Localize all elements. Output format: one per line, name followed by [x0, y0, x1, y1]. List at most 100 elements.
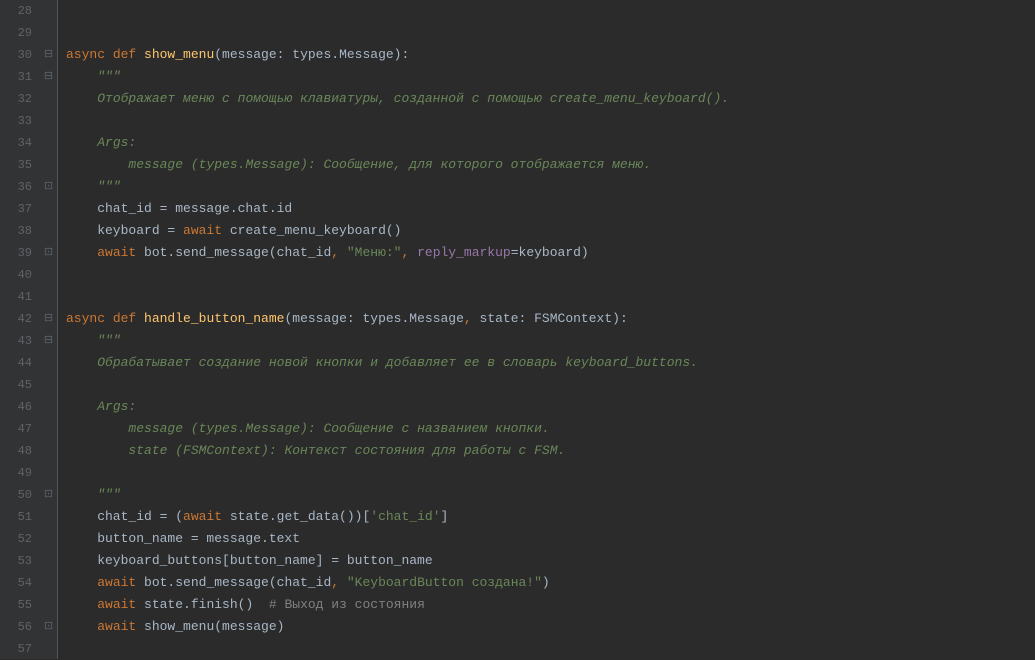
code-token: state.get_data())[	[230, 509, 370, 524]
code-token: )	[542, 575, 550, 590]
code-token: keyboard =	[66, 223, 183, 238]
code-token	[66, 597, 97, 612]
code-line[interactable]	[66, 22, 1035, 44]
line-number: 33	[0, 110, 32, 132]
line-number: 50	[0, 484, 32, 506]
code-editor[interactable]: async def show_menu(message: types.Messa…	[58, 0, 1035, 659]
code-token: Обрабатывает создание новой кнопки и доб…	[97, 355, 698, 370]
line-number: 43	[0, 330, 32, 352]
code-token: state (FSMContext): Контекст состояния д…	[128, 443, 565, 458]
code-line[interactable]	[66, 638, 1035, 660]
fold-spacer	[40, 264, 57, 286]
line-number: 29	[0, 22, 32, 44]
code-token: handle_button_name	[144, 311, 284, 326]
code-line[interactable]: keyboard = await create_menu_keyboard()	[66, 220, 1035, 242]
code-line[interactable]: message (types.Message): Сообщение, для …	[66, 154, 1035, 176]
code-line[interactable]	[66, 110, 1035, 132]
code-line[interactable]	[66, 0, 1035, 22]
line-number: 45	[0, 374, 32, 396]
fold-spacer	[40, 572, 57, 594]
code-token: message (types.Message): Сообщение с наз…	[128, 421, 549, 436]
fold-spacer	[40, 286, 57, 308]
code-token: button_name = message.text	[66, 531, 300, 546]
code-line[interactable]: """	[66, 66, 1035, 88]
fold-toggle-icon[interactable]	[40, 176, 57, 198]
code-line[interactable]: await bot.send_message(chat_id, "Меню:",…	[66, 242, 1035, 264]
code-token	[66, 421, 128, 436]
code-line[interactable]: message (types.Message): Сообщение с наз…	[66, 418, 1035, 440]
fold-gutter[interactable]	[40, 0, 58, 659]
code-token: chat_id = message.chat.id	[66, 201, 292, 216]
fold-toggle-icon[interactable]	[40, 330, 57, 352]
code-token: def	[113, 47, 144, 62]
line-number: 35	[0, 154, 32, 176]
line-number: 28	[0, 0, 32, 22]
code-line[interactable]: async def show_menu(message: types.Messa…	[66, 44, 1035, 66]
code-token: (message: types.Message):	[214, 47, 409, 62]
line-number: 46	[0, 396, 32, 418]
code-line[interactable]	[66, 286, 1035, 308]
line-number: 41	[0, 286, 32, 308]
code-token: await	[97, 245, 144, 260]
fold-toggle-icon[interactable]	[40, 44, 57, 66]
code-token: await	[97, 619, 144, 634]
code-token: chat_id = (	[66, 509, 183, 524]
code-line[interactable]	[66, 264, 1035, 286]
code-token: await	[97, 597, 144, 612]
code-line[interactable]: Args:	[66, 396, 1035, 418]
code-line[interactable]: chat_id = message.chat.id	[66, 198, 1035, 220]
line-number: 48	[0, 440, 32, 462]
code-line[interactable]: """	[66, 176, 1035, 198]
code-token: ,	[331, 575, 347, 590]
fold-spacer	[40, 638, 57, 660]
code-token	[66, 69, 97, 84]
code-line[interactable]: """	[66, 330, 1035, 352]
code-line[interactable]: Args:	[66, 132, 1035, 154]
fold-spacer	[40, 352, 57, 374]
code-line[interactable]: state (FSMContext): Контекст состояния д…	[66, 440, 1035, 462]
code-line[interactable]: async def handle_button_name(message: ty…	[66, 308, 1035, 330]
code-line[interactable]	[66, 462, 1035, 484]
code-token: """	[97, 69, 120, 84]
code-token: async	[66, 311, 113, 326]
code-token: Отображает меню с помощью клавиатуры, со…	[97, 91, 729, 106]
code-line[interactable]: keyboard_buttons[button_name] = button_n…	[66, 550, 1035, 572]
code-line[interactable]: await bot.send_message(chat_id, "Keyboar…	[66, 572, 1035, 594]
fold-toggle-icon[interactable]	[40, 616, 57, 638]
code-line[interactable]: """	[66, 484, 1035, 506]
code-token: ]	[441, 509, 449, 524]
line-number: 56	[0, 616, 32, 638]
code-token: async	[66, 47, 113, 62]
fold-spacer	[40, 132, 57, 154]
code-token	[66, 399, 97, 414]
line-number: 54	[0, 572, 32, 594]
fold-spacer	[40, 88, 57, 110]
code-token	[66, 355, 97, 370]
fold-spacer	[40, 22, 57, 44]
fold-toggle-icon[interactable]	[40, 66, 57, 88]
code-token	[66, 245, 97, 260]
code-line[interactable]: chat_id = (await state.get_data())['chat…	[66, 506, 1035, 528]
code-line[interactable]: await show_menu(message)	[66, 616, 1035, 638]
code-line[interactable]: await state.finish() # Выход из состояни…	[66, 594, 1035, 616]
line-number: 57	[0, 638, 32, 660]
fold-toggle-icon[interactable]	[40, 308, 57, 330]
fold-spacer	[40, 154, 57, 176]
code-token: bot.send_message(chat_id	[144, 245, 331, 260]
code-token: "Меню:"	[347, 245, 402, 260]
code-token: ,	[401, 245, 417, 260]
code-line[interactable]	[66, 374, 1035, 396]
code-line[interactable]: Отображает меню с помощью клавиатуры, со…	[66, 88, 1035, 110]
fold-toggle-icon[interactable]	[40, 484, 57, 506]
code-line[interactable]: button_name = message.text	[66, 528, 1035, 550]
code-token	[66, 333, 97, 348]
code-line[interactable]: Обрабатывает создание новой кнопки и доб…	[66, 352, 1035, 374]
fold-spacer	[40, 528, 57, 550]
fold-toggle-icon[interactable]	[40, 242, 57, 264]
fold-spacer	[40, 0, 57, 22]
code-token	[66, 91, 97, 106]
code-token: create_menu_keyboard()	[230, 223, 402, 238]
fold-spacer	[40, 418, 57, 440]
code-token: state.finish()	[144, 597, 269, 612]
line-number: 44	[0, 352, 32, 374]
